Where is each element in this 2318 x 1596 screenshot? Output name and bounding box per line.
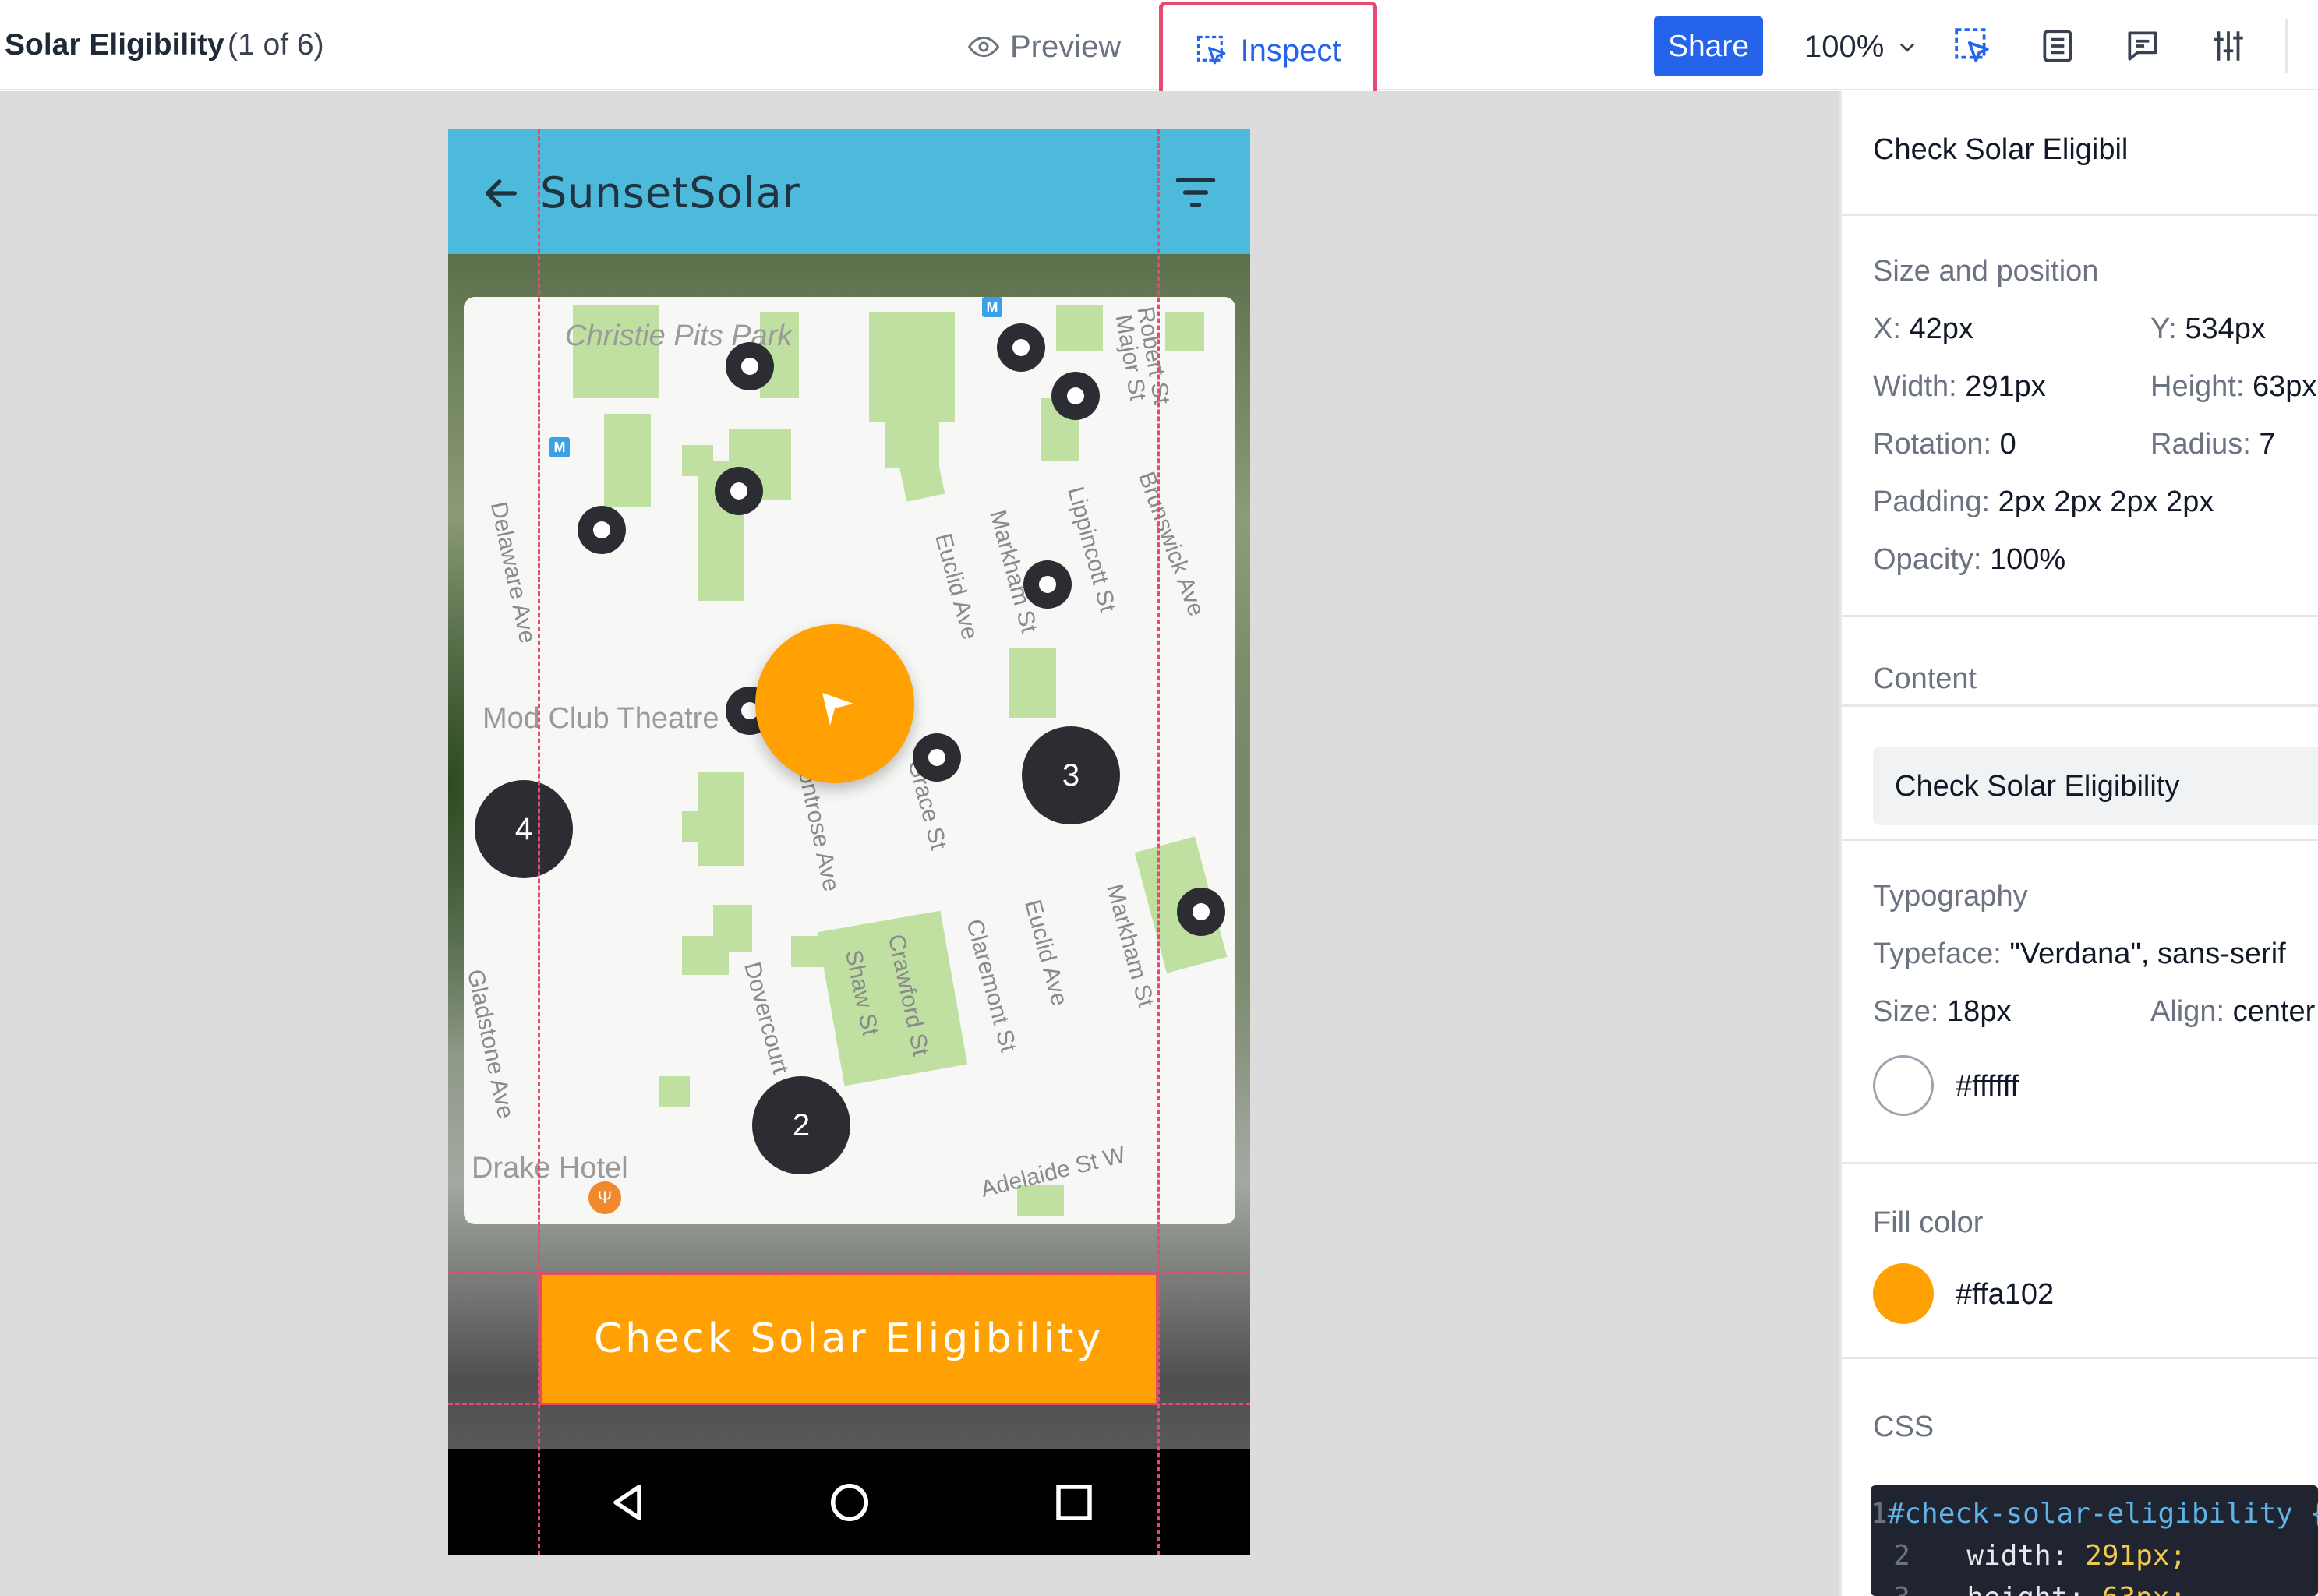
content-section: Content Check Solar Eligibility <box>1842 615 2318 841</box>
select-tool-icon[interactable] <box>1953 26 1992 65</box>
rotation-value: Rotation: 0 <box>1873 428 2016 461</box>
app-header: SunsetSolar <box>448 129 1250 254</box>
section-title: CSS <box>1873 1411 1935 1443</box>
map-cluster[interactable]: 3 <box>1022 726 1120 824</box>
metro-icon: M <box>982 297 1002 317</box>
map-pin[interactable] <box>913 733 961 782</box>
typeface-value: Typeface: "Verdana", sans-serif <box>1873 937 2286 970</box>
preview-label: Preview <box>1010 29 1122 64</box>
section-title: Typography <box>1873 880 2028 913</box>
app-title: SunsetSolar <box>540 168 800 217</box>
nav-back-icon[interactable] <box>604 1479 651 1526</box>
street-label: Claremont St <box>961 916 1022 1055</box>
filter-icon[interactable] <box>1175 175 1217 210</box>
toolbar-divider <box>2285 19 2288 73</box>
park-area <box>604 414 651 507</box>
back-arrow-icon[interactable] <box>481 173 521 214</box>
document-icon[interactable] <box>2038 26 2077 65</box>
fill-color-swatch[interactable] <box>1873 1263 1934 1324</box>
android-nav-bar <box>448 1449 1250 1555</box>
park-area <box>659 1076 690 1107</box>
panel-header: Check Solar Eligibil <box>1842 91 2318 216</box>
navigation-arrow-icon <box>822 693 853 726</box>
inspect-panel: Check Solar Eligibil Size and position X… <box>1839 91 2318 1596</box>
screen-counter: (1 of 6) <box>228 28 324 62</box>
map-pin[interactable] <box>997 323 1045 372</box>
check-solar-eligibility-button[interactable]: Check Solar Eligibility <box>539 1273 1158 1405</box>
section-title: Content <box>1873 662 1977 695</box>
inspect-cursor-icon <box>1196 35 1225 65</box>
street-label: Delaware Ave <box>485 500 541 646</box>
code-line: 3 height: 63px; <box>1871 1582 2318 1596</box>
park-area <box>791 936 830 967</box>
y-value: Y: 534px <box>2150 312 2266 345</box>
padding-value: Padding: 2px 2px 2px 2px <box>1873 486 2214 518</box>
guide-line <box>448 1271 1250 1273</box>
locate-me-button[interactable] <box>755 624 914 783</box>
guide-line <box>1157 129 1160 1555</box>
park-area <box>1056 305 1103 351</box>
street-label: Euclid Ave <box>1019 897 1073 1009</box>
code-line: 2 width: 291px; <box>1893 1540 2187 1572</box>
street-label: Gladstone Ave <box>464 967 519 1121</box>
eye-icon <box>968 36 999 58</box>
map-pin[interactable] <box>1177 888 1225 936</box>
text-color-swatch[interactable] <box>1873 1055 1934 1116</box>
park-area <box>1165 312 1204 351</box>
section-title: Fill color <box>1873 1206 1984 1239</box>
map-pin[interactable] <box>578 506 626 554</box>
park-area <box>682 936 729 975</box>
typography-section: Typography Typeface: "Verdana", sans-ser… <box>1842 841 2318 1036</box>
street-label: Euclid Ave <box>930 531 984 643</box>
text-color-row: #ffffff <box>1842 1036 2318 1164</box>
restaurant-icon: Ψ <box>588 1181 621 1214</box>
street-label: Lippincott St <box>1062 484 1121 616</box>
map-view[interactable]: Christie Pits Park Mod Club Theatre Drak… <box>464 297 1235 1224</box>
nav-recents-icon[interactable] <box>1051 1479 1097 1526</box>
preview-button[interactable]: Preview <box>968 23 1121 70</box>
adjustments-icon[interactable] <box>2209 26 2248 65</box>
guide-line <box>538 129 540 1555</box>
zoom-value: 100% <box>1804 29 1885 64</box>
map-cluster[interactable]: 2 <box>752 1076 850 1174</box>
comment-icon[interactable] <box>2123 26 2162 65</box>
height-value: Height: 63px <box>2150 370 2317 403</box>
layer-name: Check Solar Eligibil <box>1873 133 2129 166</box>
document-title: Solar Eligibility <box>5 28 224 62</box>
inspect-label: Inspect <box>1240 33 1341 68</box>
place-label: Mod Club Theatre <box>482 702 719 735</box>
map-pin[interactable] <box>1023 560 1072 609</box>
css-code-block[interactable]: 1 #check-solar-eligibility { 2 width: 291… <box>1871 1485 2318 1596</box>
park-area <box>1009 648 1056 718</box>
chevron-down-icon <box>1900 43 1915 52</box>
top-toolbar: Solar Eligibility (1 of 6) Preview Inspe… <box>0 0 2318 100</box>
text-color-value: #ffffff <box>1956 1070 2019 1103</box>
phone-screen: SunsetSolar Christie Pits Park Mod Club … <box>448 129 1250 1555</box>
inspect-button[interactable]: Inspect <box>1159 2 1377 100</box>
map-cluster[interactable]: 4 <box>475 780 573 878</box>
opacity-value: Opacity: 100% <box>1873 543 2066 576</box>
x-value: X: 42px <box>1873 312 1973 345</box>
guide-line <box>448 1403 1250 1405</box>
share-button[interactable]: Share <box>1654 16 1763 76</box>
metro-icon: M <box>549 437 570 457</box>
font-size-value: Size: 18px <box>1873 995 2012 1028</box>
fill-color-section: Fill color #ffa102 <box>1842 1164 2318 1359</box>
width-value: Width: 291px <box>1873 370 2046 403</box>
zoom-dropdown[interactable]: 100% <box>1804 23 1918 70</box>
nav-home-icon[interactable] <box>826 1479 873 1526</box>
fill-color-value: #ffa102 <box>1956 1278 2055 1311</box>
map-pin[interactable] <box>726 342 774 390</box>
section-title: Size and position <box>1873 255 2099 288</box>
code-line: 1 #check-solar-eligibility { <box>1871 1498 2318 1530</box>
content-text-box[interactable]: Check Solar Eligibility <box>1873 747 2318 825</box>
place-label: Drake Hotel <box>472 1152 628 1185</box>
park-area <box>682 811 713 842</box>
align-value: Align: center <box>2150 995 2316 1028</box>
map-pin[interactable] <box>715 467 763 515</box>
map-pin[interactable] <box>1051 372 1100 420</box>
street-label: Brunswick Ave <box>1132 468 1210 620</box>
radius-value: Radius: 7 <box>2150 428 2276 461</box>
